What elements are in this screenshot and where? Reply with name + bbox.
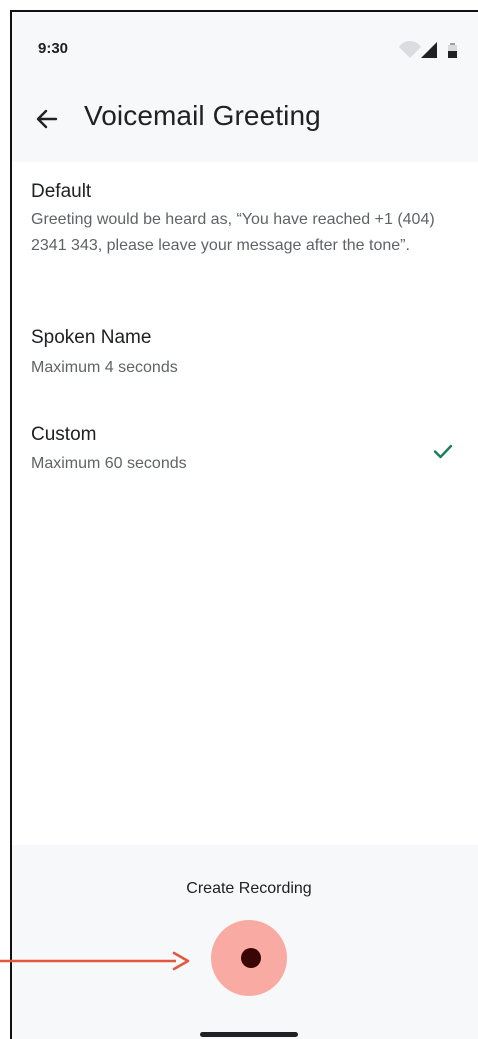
option-title: Spoken Name (31, 327, 152, 348)
battery-icon (448, 43, 457, 58)
greeting-option-default[interactable]: Default Greeting would be heard as, “You… (12, 172, 478, 297)
record-icon (241, 948, 261, 968)
status-bar-icons (397, 40, 461, 59)
status-time: 9:30 (38, 40, 69, 57)
annotation-arrow-icon (0, 951, 190, 971)
recording-panel: Create Recording (12, 845, 478, 1039)
arrow-left-icon (36, 109, 58, 129)
record-button[interactable] (211, 920, 287, 996)
voicemail-greeting-screen: 9:30 Voicemail Greeting Default Greeting… (0, 0, 478, 1039)
option-description: Maximum 4 seconds (31, 359, 178, 376)
greeting-option-spoken-name[interactable]: Spoken Name Maximum 4 seconds (12, 318, 478, 388)
wifi-icon (399, 40, 421, 58)
home-indicator[interactable] (200, 1032, 298, 1037)
page-title: Voicemail Greeting (84, 100, 321, 131)
greeting-option-custom[interactable]: Custom Maximum 60 seconds (12, 414, 478, 484)
check-icon (433, 444, 453, 459)
back-button[interactable] (30, 102, 64, 136)
option-title: Default (31, 181, 92, 202)
top-app-area (12, 12, 478, 162)
create-recording-label: Create Recording (186, 880, 312, 897)
option-title: Custom (31, 424, 97, 445)
cellular-signal-icon (421, 42, 437, 58)
option-description: Greeting would be heard as, “You have re… (31, 211, 435, 254)
option-description: Maximum 60 seconds (31, 455, 187, 472)
